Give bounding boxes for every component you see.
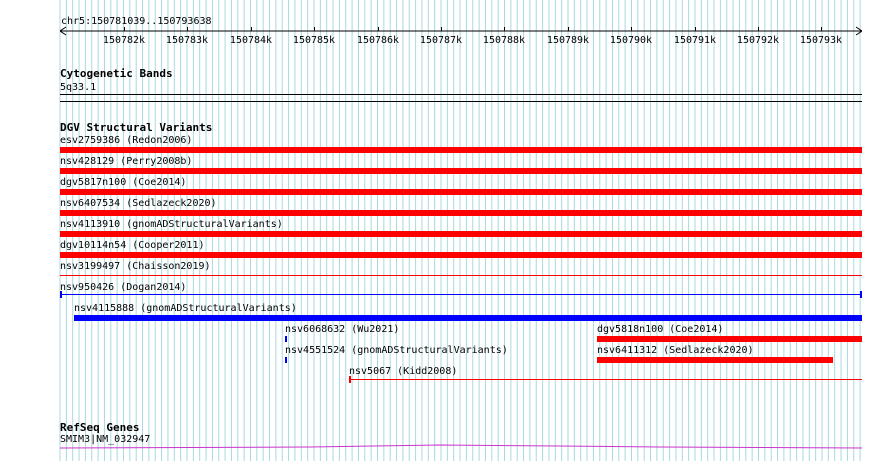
ruler-tick-label: 150783k (165, 35, 209, 46)
variant-label[interactable]: nsv950426 (Dogan2014) (60, 282, 186, 293)
ruler-tick-label: 150792k (736, 35, 780, 46)
track-divider (60, 101, 862, 102)
ruler-tick-label: 150789k (546, 35, 590, 46)
ruler-tick-label: 150784k (229, 35, 273, 46)
variant-label[interactable]: nsv6411312 (Sedlazeck2020) (597, 345, 754, 356)
ruler-tick-label: 150791k (673, 35, 717, 46)
cyto-track-title: Cytogenetic Bands (60, 67, 173, 80)
ruler-tick (378, 27, 379, 31)
ruler-tick (187, 27, 188, 31)
variant-bar[interactable] (349, 379, 862, 380)
ruler-tick-label: 150788k (482, 35, 526, 46)
variant-label[interactable]: nsv5067 (Kidd2008) (349, 366, 457, 377)
ruler-tick (695, 27, 696, 31)
ruler-tick (504, 27, 505, 31)
variant-label[interactable]: nsv6068632 (Wu2021) (285, 324, 399, 335)
variant-label[interactable]: esv2759386 (Redon2006) (60, 135, 192, 146)
variant-label[interactable]: nsv4115888 (gnomADStructuralVariants) (74, 303, 297, 314)
genome-browser: chr5:150781039..150793638 150782k 150783k… (0, 0, 890, 461)
variant-bar[interactable] (60, 189, 862, 195)
variant-label[interactable]: nsv3199497 (Chaisson2019) (60, 261, 211, 272)
ruler-tick (568, 27, 569, 31)
variant-end-cap (349, 376, 351, 383)
ruler-tick-label: 150787k (419, 35, 463, 46)
variant-label[interactable]: nsv4551524 (gnomADStructuralVariants) (285, 345, 508, 356)
ruler-tick (821, 27, 822, 31)
ruler-tick (124, 27, 125, 31)
variant-bar[interactable] (597, 336, 862, 342)
cyto-band-label[interactable]: 5q33.1 (60, 82, 96, 93)
cyto-band-line (60, 94, 862, 95)
variant-label[interactable]: nsv4113910 (gnomADStructuralVariants) (60, 219, 283, 230)
variant-label[interactable]: dgv5818n100 (Coe2014) (597, 324, 723, 335)
variant-bar[interactable] (60, 231, 862, 237)
ruler-tick-label: 150785k (292, 35, 336, 46)
variant-bar[interactable] (285, 357, 287, 363)
variant-bar[interactable] (74, 315, 862, 321)
gene-feature[interactable]: SMIM3|NM_032947 (60, 434, 862, 454)
variant-bar[interactable] (285, 336, 287, 342)
variant-bar[interactable] (60, 210, 862, 216)
ruler-tick (314, 27, 315, 31)
ruler-tick-label: 150793k (799, 35, 843, 46)
ruler-tick-label: 150786k (356, 35, 400, 46)
variant-bar[interactable] (60, 168, 862, 174)
gene-line (60, 444, 862, 449)
variant-label[interactable]: nsv6407534 (Sedlazeck2020) (60, 198, 217, 209)
variant-label[interactable]: dgv5817n100 (Coe2014) (60, 177, 186, 188)
variant-bar[interactable] (60, 147, 862, 153)
ruler-tick (631, 27, 632, 31)
variant-bar[interactable] (60, 294, 862, 295)
variant-bar[interactable] (60, 275, 862, 276)
variant-end-cap (60, 291, 62, 298)
refseq-track-title: RefSeq Genes (60, 421, 140, 434)
ruler-tick (441, 27, 442, 31)
ruler-tick-label: 150790k (609, 35, 653, 46)
dgv-track-title: DGV Structural Variants (60, 121, 213, 134)
ruler-tick (251, 27, 252, 31)
variant-label[interactable]: nsv428129 (Perry2008b) (60, 156, 192, 167)
variant-bar[interactable] (597, 357, 833, 363)
variant-bar[interactable] (60, 252, 862, 258)
ruler-tick (758, 27, 759, 31)
ruler-tick-label: 150782k (102, 35, 146, 46)
variant-end-cap (860, 291, 862, 298)
variant-label[interactable]: dgv10114n54 (Cooper2011) (60, 240, 205, 251)
